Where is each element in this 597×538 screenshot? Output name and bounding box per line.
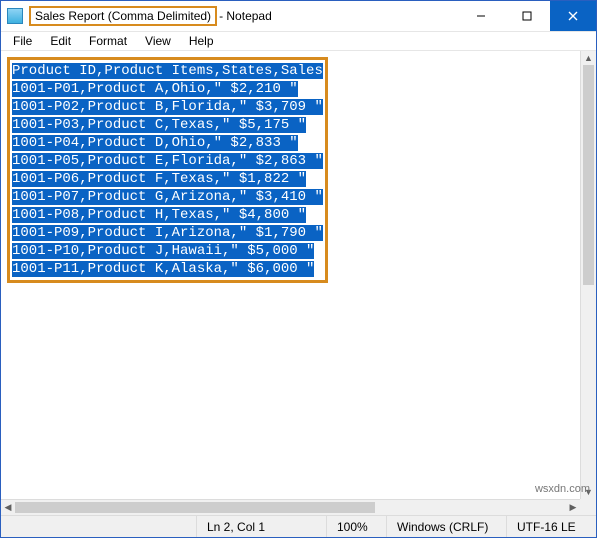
text-line[interactable]: 1001-P05,Product E,Florida," $2,863 ": [12, 153, 323, 169]
menu-view[interactable]: View: [137, 32, 179, 50]
scrollbar-corner: [580, 499, 596, 515]
text-line[interactable]: 1001-P03,Product C,Texas," $5,175 ": [12, 117, 306, 133]
highlighted-selection: Product ID,Product Items,States,Sales 10…: [7, 57, 328, 283]
minimize-button[interactable]: [458, 1, 504, 31]
text-line[interactable]: 1001-P11,Product K,Alaska," $6,000 ": [12, 261, 314, 277]
menu-file[interactable]: File: [5, 32, 40, 50]
titlebar[interactable]: Sales Report (Comma Delimited) - Notepad: [1, 1, 596, 31]
scrollbar-thumb[interactable]: [583, 65, 594, 285]
document-title: Sales Report (Comma Delimited): [29, 6, 217, 26]
text-line[interactable]: 1001-P01,Product A,Ohio," $2,210 ": [12, 81, 298, 97]
scrollbar-thumb[interactable]: [15, 502, 375, 513]
text-line[interactable]: 1001-P07,Product G,Arizona," $3,410 ": [12, 189, 323, 205]
notepad-icon: [7, 8, 23, 24]
text-editor[interactable]: Product ID,Product Items,States,Sales 10…: [7, 57, 578, 497]
notepad-window: Sales Report (Comma Delimited) - Notepad…: [0, 0, 597, 538]
menu-help[interactable]: Help: [181, 32, 222, 50]
editor-area: Product ID,Product Items,States,Sales 10…: [1, 51, 596, 515]
scroll-up-icon[interactable]: ▲: [581, 51, 596, 65]
maximize-button[interactable]: [504, 1, 550, 31]
text-line[interactable]: 1001-P08,Product H,Texas," $4,800 ": [12, 207, 306, 223]
menubar: File Edit Format View Help: [1, 31, 596, 51]
text-line[interactable]: Product ID,Product Items,States,Sales: [12, 63, 323, 79]
menu-edit[interactable]: Edit: [42, 32, 79, 50]
menu-format[interactable]: Format: [81, 32, 135, 50]
scroll-right-icon[interactable]: ▶: [566, 500, 580, 515]
statusbar: Ln 2, Col 1 100% Windows (CRLF) UTF-16 L…: [1, 515, 596, 537]
text-line[interactable]: 1001-P06,Product F,Texas," $1,822 ": [12, 171, 306, 187]
status-cursor-position: Ln 2, Col 1: [196, 516, 326, 537]
text-line[interactable]: 1001-P10,Product J,Hawaii," $5,000 ": [12, 243, 314, 259]
text-line[interactable]: 1001-P02,Product B,Florida," $3,709 ": [12, 99, 323, 115]
scroll-left-icon[interactable]: ◀: [1, 500, 15, 515]
status-encoding: UTF-16 LE: [506, 516, 596, 537]
app-name-suffix: - Notepad: [219, 9, 272, 23]
close-button[interactable]: [550, 1, 596, 31]
status-zoom[interactable]: 100%: [326, 516, 386, 537]
text-line[interactable]: 1001-P09,Product I,Arizona," $1,790 ": [12, 225, 323, 241]
status-line-ending: Windows (CRLF): [386, 516, 506, 537]
vertical-scrollbar[interactable]: ▲ ▼: [580, 51, 596, 499]
text-line[interactable]: 1001-P04,Product D,Ohio," $2,833 ": [12, 135, 298, 151]
horizontal-scrollbar[interactable]: ◀ ▶: [1, 499, 580, 515]
watermark-text: wsxdn.com: [535, 483, 590, 495]
status-empty: [1, 516, 196, 537]
